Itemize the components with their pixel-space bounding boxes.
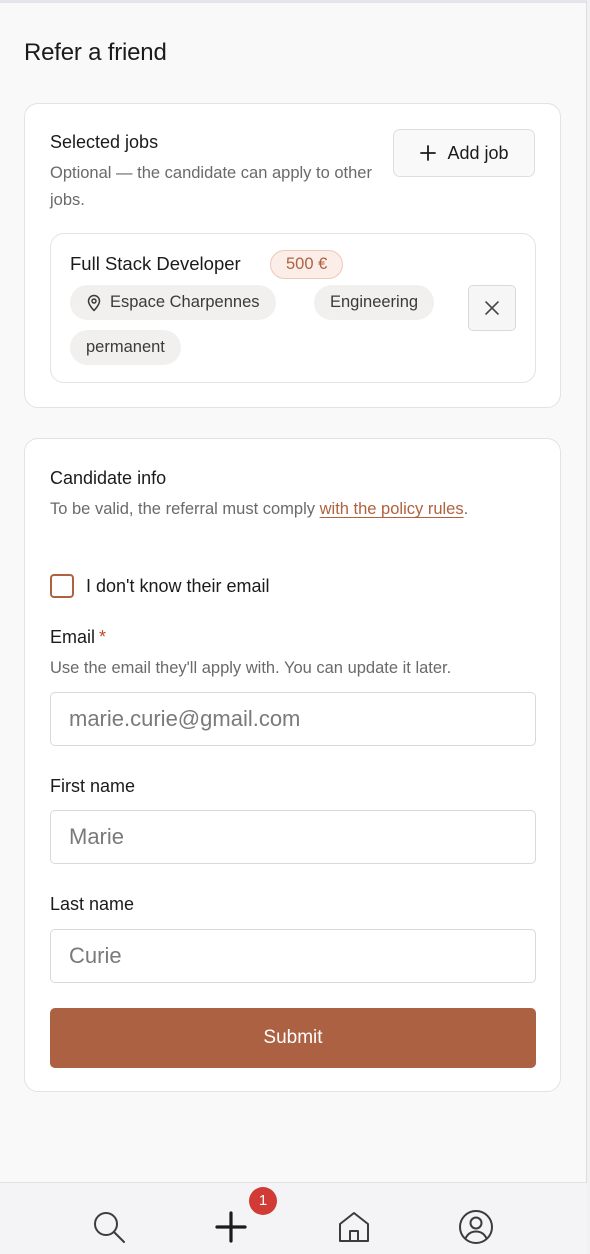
bottom-nav: 1 [0, 1182, 587, 1254]
first-name-label: First name [50, 776, 136, 796]
add-job-button[interactable]: Add job [393, 129, 535, 177]
email-label: Email * [50, 627, 106, 648]
nav-home[interactable] [334, 1207, 374, 1247]
selected-jobs-title: Selected jobs [50, 132, 159, 152]
candidate-info-card: Candidate info To be valid, the referral… [24, 438, 561, 1092]
home-icon [339, 1212, 369, 1242]
plus-icon [215, 1211, 247, 1243]
last-name-input[interactable] [50, 929, 536, 983]
page-title: Refer a friend [24, 39, 167, 66]
policy-text-prefix: To be valid, the referral must comply [50, 500, 320, 518]
nav-refer[interactable] [211, 1207, 251, 1247]
contract-label: permanent [86, 338, 165, 356]
email-input[interactable] [50, 692, 536, 746]
user-icon [459, 1210, 493, 1244]
department-tag: Engineering [314, 285, 435, 320]
nav-profile[interactable] [456, 1207, 496, 1247]
plus-icon [420, 145, 437, 161]
close-icon [485, 301, 499, 315]
location-pin-icon [87, 294, 101, 311]
search-icon [94, 1212, 125, 1243]
submit-button[interactable]: Submit [50, 1008, 536, 1068]
contract-tag: permanent [70, 330, 181, 365]
no-email-checkbox[interactable] [50, 574, 74, 598]
selected-job-card: Full Stack Developer 500 € Espace Charpe… [50, 233, 536, 383]
email-label-text: Email [50, 627, 96, 647]
selected-jobs-card: Selected jobs Optional — the candidate c… [24, 103, 561, 408]
nav-search[interactable] [89, 1207, 129, 1247]
location-label: Espace Charpennes [110, 293, 260, 311]
no-email-checkbox-row[interactable]: I don't know their email [50, 574, 270, 598]
candidate-info-title: Candidate info [50, 468, 167, 488]
last-name-label: Last name [50, 894, 135, 914]
app-screen: Refer a friend Selected jobs Optional — … [0, 0, 587, 1254]
policy-text-suffix: . [463, 500, 469, 518]
add-job-label: Add job [447, 142, 509, 163]
remove-job-button[interactable] [468, 285, 516, 331]
no-email-label: I don't know their email [86, 575, 270, 596]
location-tag: Espace Charpennes [70, 285, 276, 320]
job-title: Full Stack Developer [70, 253, 241, 274]
required-marker: * [99, 627, 107, 647]
policy-rules-link[interactable]: with the policy rules [320, 500, 464, 518]
selected-jobs-description: Optional — the candidate can apply to ot… [50, 164, 372, 209]
department-label: Engineering [330, 293, 419, 311]
notification-badge: 1 [249, 1187, 277, 1215]
first-name-input[interactable] [50, 810, 536, 864]
bounty-badge: 500 € [270, 250, 344, 279]
candidate-info-description: To be valid, the referral must comply wi… [50, 496, 520, 523]
email-hint: Use the email they'll apply with. You ca… [50, 659, 452, 677]
